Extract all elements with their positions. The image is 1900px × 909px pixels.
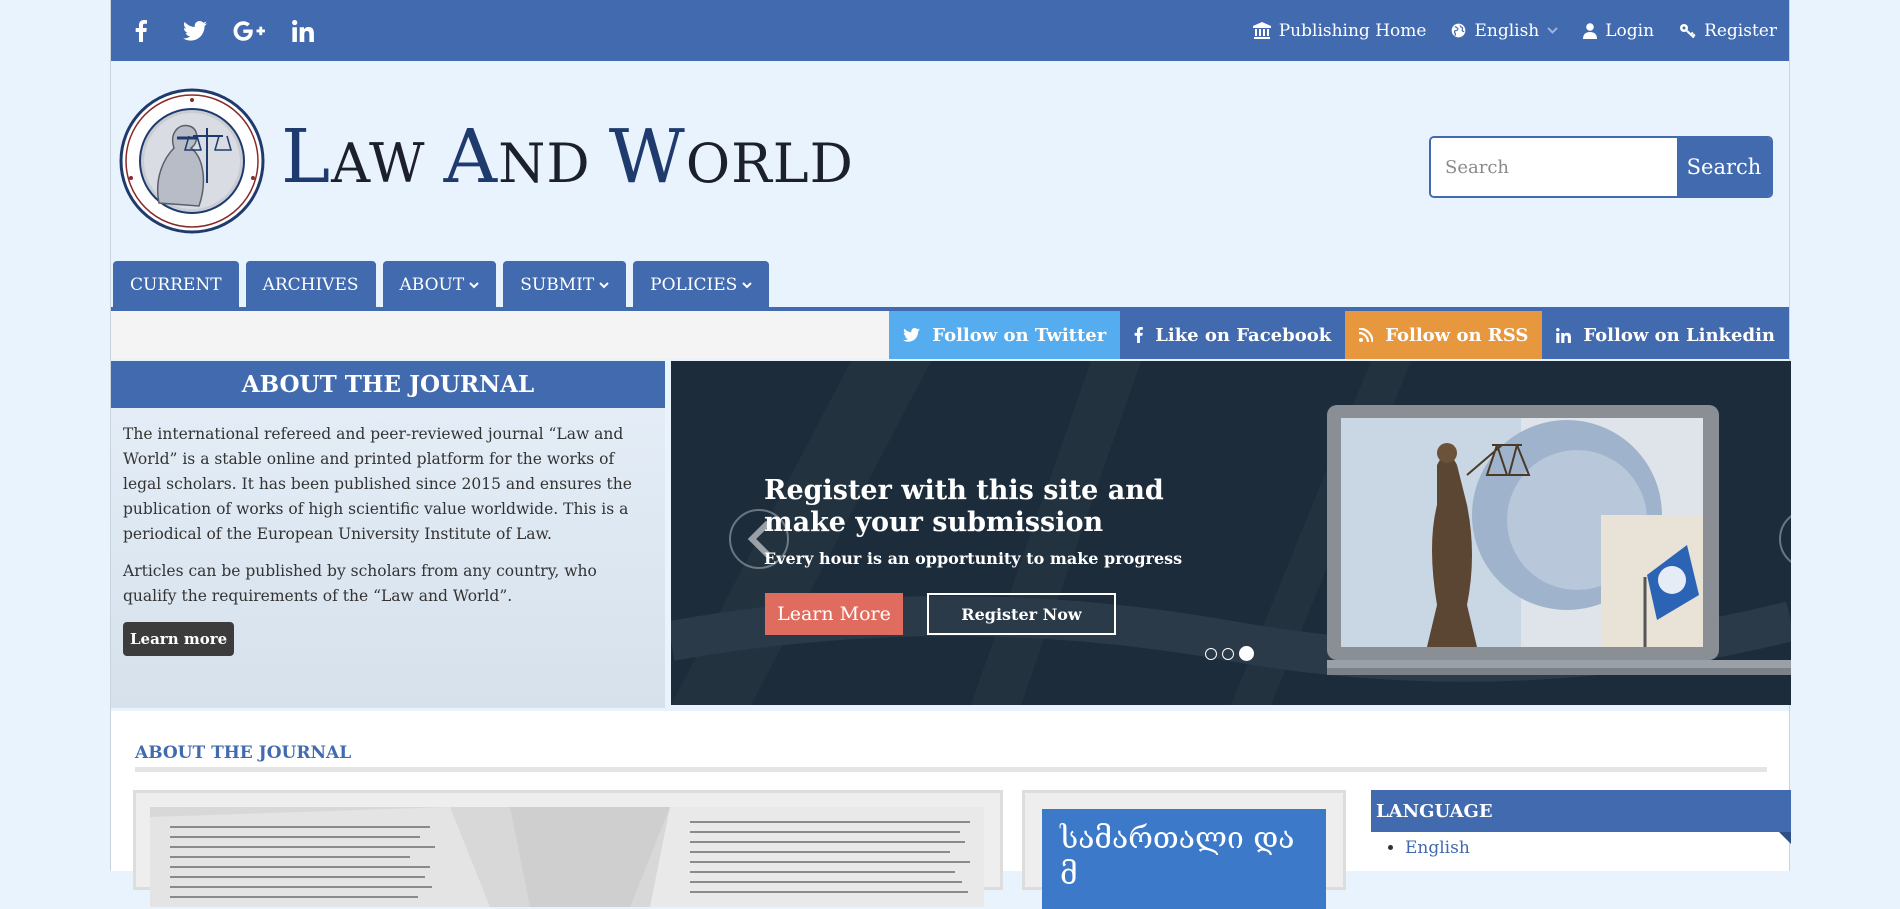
search-input[interactable]: [1431, 138, 1679, 196]
about-paragraph-1: The international refereed and peer-revi…: [123, 425, 632, 543]
nav-about-label: ABOUT: [399, 275, 465, 295]
site-title-a: A: [443, 114, 499, 200]
nav-policies-label: POLICIES: [650, 275, 738, 295]
language-heading-label: LANGUAGE: [1376, 800, 1493, 822]
site-title-aw: AW: [331, 132, 444, 195]
newspaper-image: [150, 807, 984, 907]
journal-seal-logo[interactable]: [119, 88, 265, 234]
slider-dot-1[interactable]: [1205, 647, 1217, 660]
globe-icon: [1452, 23, 1466, 38]
search-form: Search: [1429, 136, 1773, 198]
journal-cover-text: სამართალი და მ: [1060, 821, 1295, 892]
nav-submit-label: SUBMIT: [520, 275, 595, 295]
like-facebook-button[interactable]: Like on Facebook: [1120, 311, 1346, 359]
journal-cover-image: სამართალი და მ: [1042, 809, 1326, 909]
page: Publishing Home English Login Register L…: [110, 0, 1791, 909]
facebook-icon: [1134, 327, 1144, 343]
twitter-icon: [903, 328, 921, 342]
language-label: English: [1474, 20, 1540, 41]
site-title-nd: ND: [498, 132, 609, 195]
journal-cover-card[interactable]: სამართალი და მ: [1022, 790, 1346, 909]
login-label: Login: [1605, 20, 1655, 41]
follow-rss-label: Follow on RSS: [1385, 324, 1529, 346]
top-bar: Publishing Home English Login Register: [111, 0, 1789, 61]
follow-linkedin-button[interactable]: Follow on Linkedin: [1542, 311, 1789, 359]
slide-title: Register with this site and make your su…: [764, 475, 1164, 538]
rss-icon: [1359, 328, 1374, 342]
follow-twitter-button[interactable]: Follow on Twitter: [889, 311, 1121, 359]
language-dropdown[interactable]: English: [1451, 21, 1558, 41]
chevron-down-icon: [742, 281, 753, 288]
publishing-home-link[interactable]: Publishing Home: [1252, 20, 1427, 41]
about-panel: ABOUT THE JOURNAL The international refe…: [111, 361, 665, 708]
language-block: LANGUAGE English: [1371, 790, 1791, 858]
follow-twitter-label: Follow on Twitter: [932, 324, 1107, 346]
bank-icon: [1252, 22, 1271, 39]
facebook-icon[interactable]: [125, 15, 157, 47]
nav-archives[interactable]: ARCHIVES: [245, 261, 376, 309]
linkedin-icon[interactable]: [287, 15, 319, 47]
key-icon: [1680, 24, 1696, 38]
slider-dot-3[interactable]: [1239, 646, 1254, 661]
follow-strip: Follow on Twitter Like on Facebook Follo…: [111, 311, 1789, 359]
follow-linkedin-label: Follow on Linkedin: [1583, 324, 1775, 346]
slide-register-now-button[interactable]: Register Now: [927, 593, 1116, 635]
language-link-english[interactable]: English: [1405, 838, 1470, 858]
language-item: English: [1405, 838, 1791, 858]
language-heading: LANGUAGE: [1371, 790, 1791, 844]
about-paragraph-2: Articles can be published by scholars fr…: [123, 562, 597, 605]
main-nav: CURRENT ARCHIVES ABOUT SUBMIT POLICIES: [113, 261, 770, 309]
publishing-home-label: Publishing Home: [1278, 20, 1427, 41]
laptop-justice-image: [1317, 405, 1791, 679]
learn-more-button[interactable]: Learn more: [123, 622, 235, 656]
main-content: ABOUT THE JOURNAL სამართალი და მ LANGUAG…: [111, 711, 1791, 909]
chevron-down-icon: [599, 281, 609, 288]
nav-policies[interactable]: POLICIES: [633, 261, 770, 309]
twitter-icon[interactable]: [179, 15, 211, 47]
like-facebook-label: Like on Facebook: [1155, 324, 1332, 346]
nav-about[interactable]: ABOUT: [382, 261, 497, 309]
chevron-left-icon: [747, 520, 771, 558]
search-button[interactable]: Search: [1677, 138, 1771, 196]
heading-fold: [1779, 832, 1791, 844]
linkedin-icon: [1556, 327, 1572, 343]
hero-slider: Register with this site and make your su…: [671, 361, 1791, 705]
nav-current[interactable]: CURRENT: [113, 261, 239, 309]
site-title-l: L: [281, 114, 332, 200]
site-title-orld: ORLD: [685, 132, 854, 195]
language-list: English: [1371, 838, 1791, 858]
register-label: Register: [1704, 20, 1777, 41]
follow-buttons: Follow on Twitter Like on Facebook Follo…: [889, 311, 1789, 359]
site-title-w: W: [608, 114, 686, 200]
slider-pagination: [1205, 646, 1254, 661]
nav-archives-label: ARCHIVES: [262, 275, 359, 295]
user-links: Publishing Home English Login Register: [1252, 0, 1777, 61]
slider-prev-button[interactable]: [729, 509, 789, 569]
chevron-down-icon: [1547, 27, 1558, 34]
nav-submit[interactable]: SUBMIT: [503, 261, 627, 309]
nav-current-label: CURRENT: [130, 275, 222, 295]
login-link[interactable]: Login: [1583, 21, 1654, 41]
site-title[interactable]: LAW AND WORLD: [281, 120, 854, 194]
user-icon: [1583, 22, 1598, 39]
section-divider: [135, 767, 1767, 772]
social-links: [125, 0, 319, 61]
chevron-down-icon: [469, 281, 479, 288]
journal-image-card[interactable]: [133, 790, 1003, 907]
slide-learn-more-button[interactable]: Learn More: [765, 593, 903, 635]
slide-subtitle: Every hour is an opportunity to make pro…: [764, 549, 1183, 568]
follow-rss-button[interactable]: Follow on RSS: [1345, 311, 1543, 359]
about-panel-heading: ABOUT THE JOURNAL: [111, 361, 665, 408]
section-heading: ABOUT THE JOURNAL: [135, 743, 352, 763]
google-plus-icon[interactable]: [233, 15, 265, 47]
slider-dot-2[interactable]: [1222, 647, 1234, 660]
register-link[interactable]: Register: [1679, 21, 1777, 41]
